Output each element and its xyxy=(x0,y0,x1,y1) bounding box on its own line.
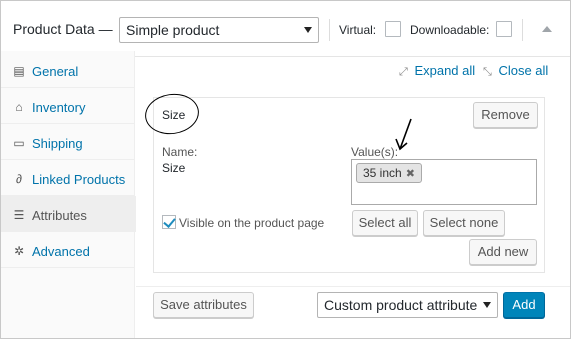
tab-advanced[interactable]: ✲ Advanced xyxy=(1,232,135,268)
remove-button[interactable]: Remove xyxy=(473,102,538,128)
tab-label: Linked Products xyxy=(32,172,126,187)
select-none-button[interactable]: Select none xyxy=(423,210,505,236)
select-all-button[interactable]: Select all xyxy=(352,210,418,236)
visible-on-product-page-checkbox[interactable] xyxy=(162,215,176,229)
tab-label: Advanced xyxy=(32,244,90,259)
inventory-icon: ⌂ xyxy=(15,100,23,114)
general-icon: ▤ xyxy=(13,64,25,78)
metabox-header: Product Data — Simple product Virtual: D… xyxy=(1,1,570,57)
tab-label: Attributes xyxy=(32,208,87,223)
tab-shipping[interactable]: ▭ Shipping xyxy=(1,124,135,160)
link-icon: ∂ xyxy=(16,172,22,186)
attributes-icon: ☰ xyxy=(13,208,25,222)
remove-token-icon[interactable]: ✖ xyxy=(406,168,415,180)
close-all-link[interactable]: ⤡ Close all xyxy=(483,63,548,79)
tab-inventory[interactable]: ⌂ Inventory xyxy=(1,88,135,124)
name-label: Name: xyxy=(162,145,198,159)
tab-label: Shipping xyxy=(32,136,83,151)
gear-icon: ✲ xyxy=(13,244,25,258)
value-token-label: 35 inch xyxy=(363,166,402,180)
values-multiselect[interactable]: 35 inch ✖ xyxy=(351,159,537,205)
divider xyxy=(522,19,523,41)
expand-icon: ⤢ xyxy=(399,66,408,78)
tab-general[interactable]: ▤ General xyxy=(1,52,135,88)
shipping-icon: ▭ xyxy=(13,136,25,150)
tab-label: General xyxy=(32,64,79,79)
attribute-taxonomy-value: Custom product attribute xyxy=(324,297,478,313)
divider xyxy=(329,19,330,41)
expand-all-link[interactable]: ⤢ Expand all xyxy=(399,63,475,79)
value-token[interactable]: 35 inch ✖ xyxy=(356,163,422,183)
expand-all-label: Expand all xyxy=(414,63,476,78)
collapse-toggle-icon[interactable] xyxy=(542,26,552,32)
chevron-down-icon xyxy=(483,302,491,308)
attribute-taxonomy-select[interactable]: Custom product attribute xyxy=(317,292,498,318)
virtual-checkbox[interactable] xyxy=(385,21,401,37)
visible-label: Visible on the product page xyxy=(179,216,325,230)
product-data-tabs: ▤ General ⌂ Inventory ▭ Shipping ∂ Linke… xyxy=(1,51,136,338)
metabox-title: Product Data — xyxy=(13,21,113,37)
product-type-value: Simple product xyxy=(126,22,220,38)
downloadable-checkbox[interactable] xyxy=(496,21,512,37)
virtual-label: Virtual: xyxy=(339,23,377,37)
values-label: Value(s): xyxy=(351,145,399,159)
close-all-label: Close all xyxy=(498,63,549,78)
tab-label: Inventory xyxy=(32,100,86,115)
product-type-select[interactable]: Simple product xyxy=(119,17,319,43)
downloadable-label: Downloadable: xyxy=(410,23,490,37)
chevron-down-icon xyxy=(304,27,312,33)
annotation-arrow xyxy=(395,118,412,151)
attribute-title: Size xyxy=(162,108,186,122)
add-attribute-button[interactable]: Add xyxy=(503,292,545,318)
add-new-button[interactable]: Add new xyxy=(469,239,537,265)
save-attributes-button[interactable]: Save attributes xyxy=(153,292,254,318)
collapse-icon: ⤡ xyxy=(483,66,492,78)
tab-linked-products[interactable]: ∂ Linked Products xyxy=(1,160,135,196)
name-value: Size xyxy=(162,161,186,175)
tab-attributes[interactable]: ☰ Attributes xyxy=(1,196,136,232)
product-data-metabox: Product Data — Simple product Virtual: D… xyxy=(0,0,571,339)
